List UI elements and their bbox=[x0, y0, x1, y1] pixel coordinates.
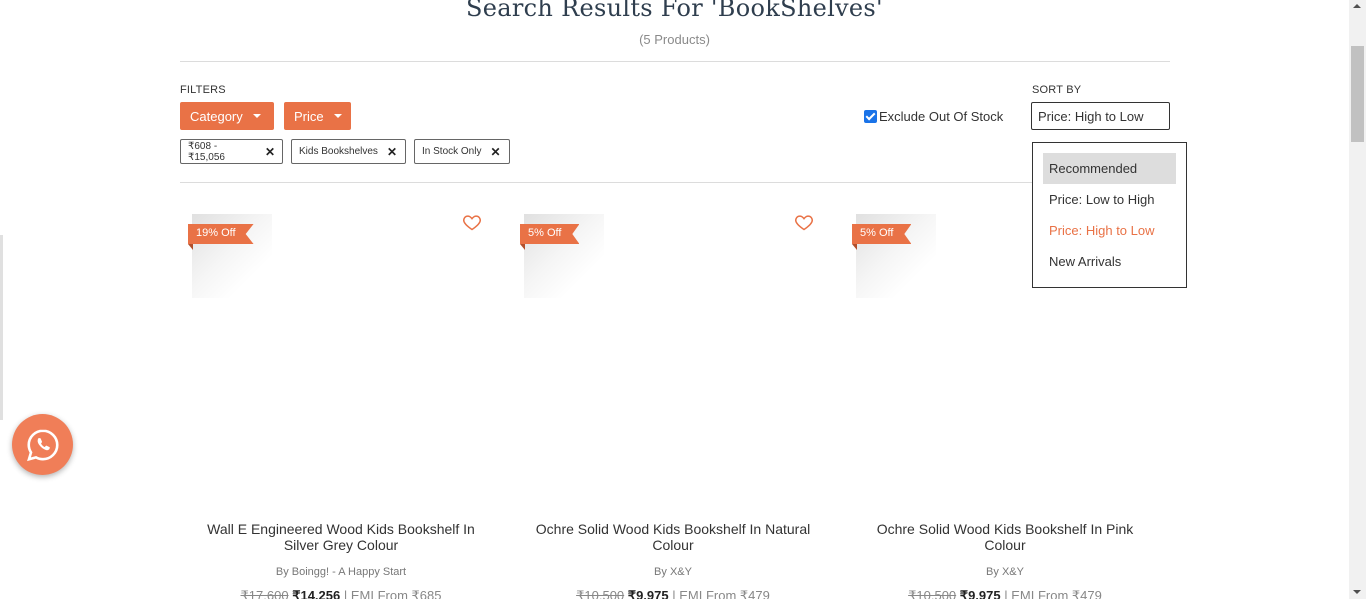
product-name[interactable]: Ochre Solid Wood Kids Bookshelf In Pink … bbox=[860, 521, 1150, 553]
filter-chip-kids-bookshelves: Kids Bookshelves ✕ bbox=[291, 139, 406, 164]
product-image[interactable]: 19% Off bbox=[188, 214, 498, 504]
chip-label: ₹608 - ₹15,056 bbox=[188, 140, 225, 163]
sale-price: ₹9,975 bbox=[959, 588, 1001, 599]
product-price: ₹17,600 ₹14,256 | EMI From ₹685 bbox=[176, 588, 506, 599]
product-count: (5 Products) bbox=[639, 32, 710, 47]
sort-by-label: SORT BY bbox=[1032, 84, 1082, 96]
product-name[interactable]: Wall E Engineered Wood Kids Bookshelf In… bbox=[196, 521, 486, 553]
original-price: ₹17,600 bbox=[240, 588, 289, 599]
caret-down-icon bbox=[333, 114, 342, 118]
original-price: ₹10,500 bbox=[576, 588, 625, 599]
exclude-out-of-stock-label: Exclude Out Of Stock bbox=[879, 109, 1004, 124]
discount-badge: 19% Off bbox=[188, 224, 254, 244]
category-filter-label: Category bbox=[190, 108, 243, 124]
product-image[interactable]: 5% Off bbox=[520, 214, 830, 504]
ribbon-fold bbox=[852, 244, 857, 250]
emi-text: | EMI From ₹685 bbox=[343, 588, 442, 599]
whatsapp-chat-button[interactable] bbox=[12, 414, 73, 475]
emi-text: | EMI From ₹479 bbox=[672, 588, 770, 599]
sort-select[interactable]: Price: High to Low bbox=[1031, 102, 1170, 130]
filters-label: FILTERS bbox=[180, 84, 226, 96]
caret-down-icon bbox=[252, 114, 261, 118]
product-name[interactable]: Ochre Solid Wood Kids Bookshelf In Natur… bbox=[528, 521, 818, 553]
sort-option-price-low-high[interactable]: Price: Low to High bbox=[1043, 184, 1176, 215]
sort-dropdown-menu: Recommended Price: Low to High Price: Hi… bbox=[1032, 142, 1187, 288]
heart-outline-icon[interactable] bbox=[462, 212, 482, 232]
sort-option-price-high-low[interactable]: Price: High to Low bbox=[1043, 215, 1176, 246]
product-brand[interactable]: By X&Y bbox=[840, 566, 1170, 578]
price-filter-button[interactable]: Price bbox=[284, 102, 351, 130]
product-brand[interactable]: By X&Y bbox=[508, 566, 838, 578]
chip-label: In Stock Only bbox=[422, 146, 482, 157]
close-icon[interactable]: ✕ bbox=[265, 145, 275, 159]
exclude-out-of-stock-checkbox[interactable] bbox=[864, 110, 877, 123]
original-price: ₹10,500 bbox=[908, 588, 957, 599]
product-price: ₹10,500 ₹9,975 | EMI From ₹479 bbox=[840, 588, 1170, 599]
exclude-out-of-stock[interactable]: Exclude Out Of Stock bbox=[864, 109, 1003, 124]
scroll-down-arrow-icon[interactable] bbox=[1353, 590, 1361, 594]
divider bbox=[180, 61, 1170, 62]
search-results-page: Search Results For 'BookShelves' (5 Prod… bbox=[0, 0, 1349, 599]
chip-label: Kids Bookshelves bbox=[299, 146, 378, 157]
page-scrollbar[interactable] bbox=[1349, 0, 1366, 599]
discount-badge: 5% Off bbox=[520, 224, 580, 244]
filter-chip-in-stock: In Stock Only ✕ bbox=[414, 139, 510, 164]
discount-badge: 5% Off bbox=[852, 224, 912, 244]
divider bbox=[180, 182, 1032, 183]
sale-price: ₹9,975 bbox=[627, 588, 669, 599]
ribbon-fold bbox=[520, 244, 525, 250]
product-card[interactable]: 19% Off Wall E Engineered Wood Kids Book… bbox=[176, 200, 506, 599]
scroll-up-arrow-icon[interactable] bbox=[1353, 4, 1361, 8]
sale-price: ₹14,256 bbox=[292, 588, 341, 599]
scrollbar-thumb[interactable] bbox=[1351, 46, 1364, 142]
filter-chip-price-range: ₹608 - ₹15,056 ✕ bbox=[180, 139, 283, 164]
close-icon[interactable]: ✕ bbox=[490, 145, 500, 159]
ribbon-fold bbox=[188, 244, 193, 250]
product-card[interactable]: 5% Off Ochre Solid Wood Kids Bookshelf I… bbox=[508, 200, 838, 599]
emi-text: | EMI From ₹479 bbox=[1004, 588, 1102, 599]
sort-option-new-arrivals[interactable]: New Arrivals bbox=[1043, 246, 1176, 277]
heart-outline-icon[interactable] bbox=[794, 212, 814, 232]
side-tab-edge bbox=[0, 235, 3, 420]
category-filter-button[interactable]: Category bbox=[180, 102, 274, 130]
whatsapp-icon bbox=[26, 428, 59, 461]
close-icon[interactable]: ✕ bbox=[387, 145, 397, 159]
product-price: ₹10,500 ₹9,975 | EMI From ₹479 bbox=[508, 588, 838, 599]
page-title: Search Results For 'BookShelves' bbox=[466, 0, 883, 22]
price-filter-label: Price bbox=[294, 108, 324, 124]
sort-option-recommended[interactable]: Recommended bbox=[1043, 153, 1176, 184]
product-brand[interactable]: By Boingg! - A Happy Start bbox=[176, 566, 506, 578]
